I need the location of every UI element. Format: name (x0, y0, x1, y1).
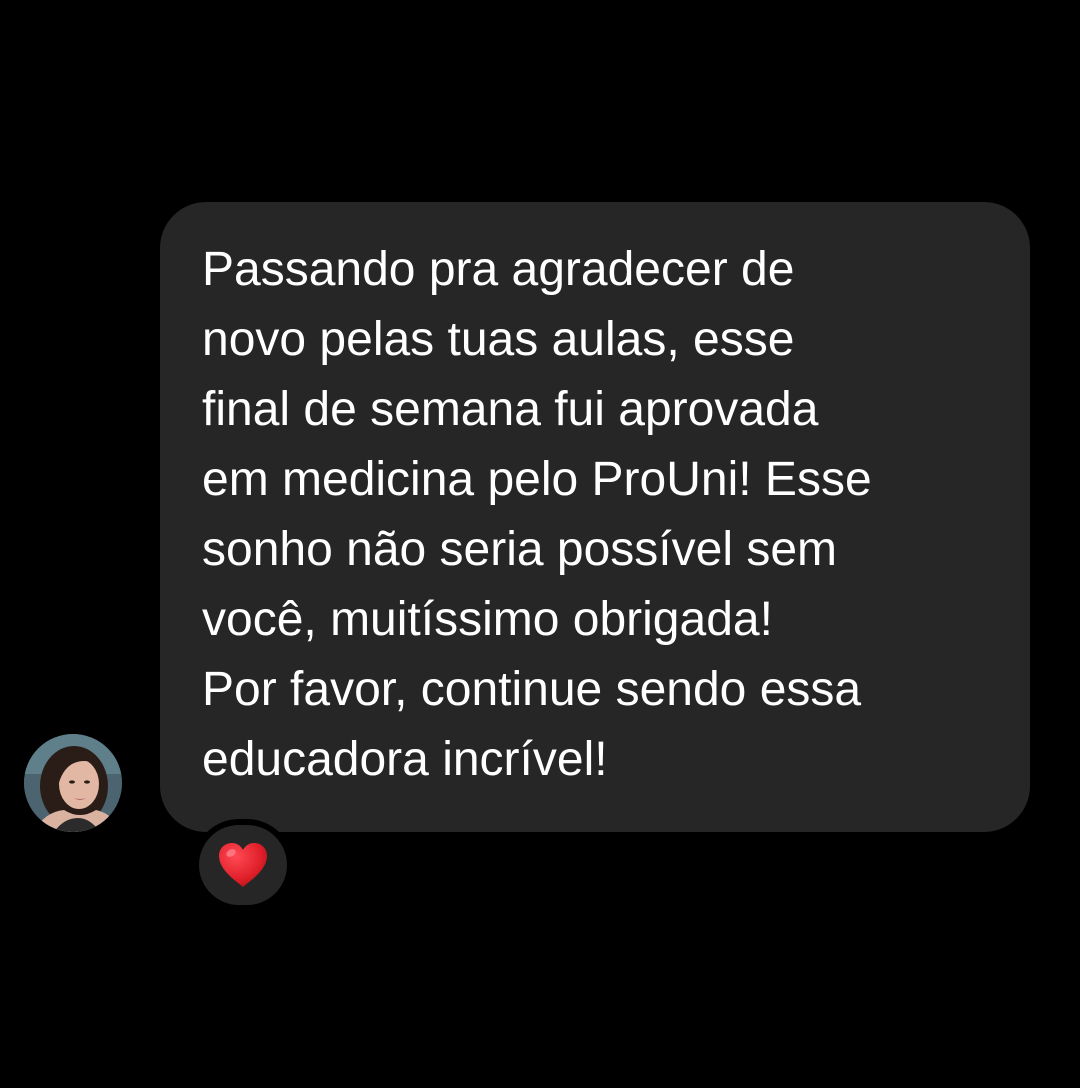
message-line: você, muitíssimo obrigada! (202, 593, 773, 646)
message-line: final de semana fui aprovada (202, 383, 819, 436)
message-line: Passando pra agradecer de (202, 243, 795, 296)
reaction-badge[interactable] (193, 819, 293, 911)
message-line: educadora incrível! (202, 733, 608, 786)
message-bubble[interactable]: Passando pra agradecer de novo pelas tua… (160, 202, 1030, 832)
message-line: Por favor, continue sendo essa (202, 663, 862, 716)
message-line: novo pelas tuas aulas, esse (202, 313, 795, 366)
sender-avatar[interactable] (24, 734, 122, 832)
message-line: sonho não seria possível sem (202, 523, 838, 576)
message-line: em medicina pelo ProUni! Esse (202, 453, 872, 506)
red-heart-icon (219, 843, 267, 887)
profile-photo-icon (24, 734, 122, 832)
